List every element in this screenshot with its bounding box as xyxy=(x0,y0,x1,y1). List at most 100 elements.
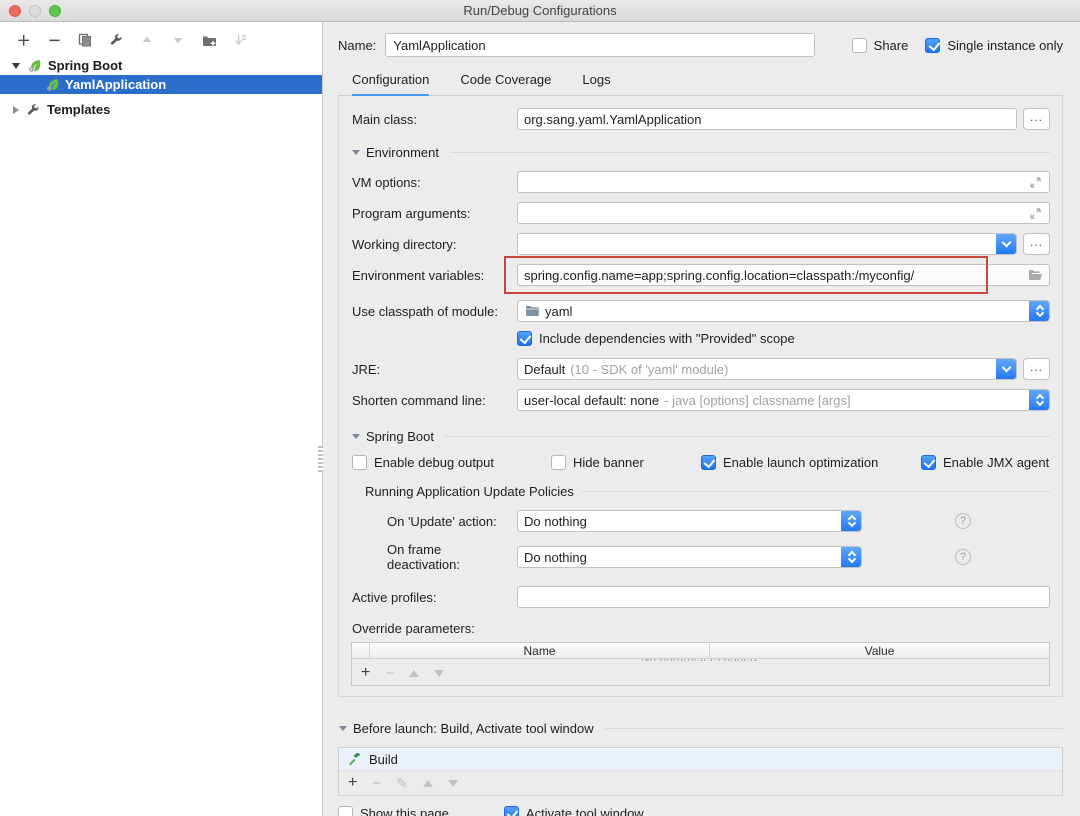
enable-debug-output-group[interactable]: Enable debug output xyxy=(352,455,551,470)
hide-banner-checkbox[interactable] xyxy=(551,455,566,470)
working-directory-field[interactable] xyxy=(517,233,1017,255)
main-class-field[interactable]: org.sang.yaml.YamlApplication xyxy=(517,108,1017,130)
jre-label: JRE: xyxy=(352,361,381,377)
environment-variables-field[interactable]: spring.config.name=app;spring.config.loc… xyxy=(517,264,1050,286)
show-this-page-checkbox[interactable] xyxy=(338,806,353,816)
new-folder-icon[interactable] xyxy=(201,32,217,48)
provided-scope-checkbox-group[interactable]: Include dependencies with "Provided" sco… xyxy=(517,331,1050,346)
chevron-down-icon[interactable] xyxy=(996,234,1016,254)
copy-icon[interactable] xyxy=(77,32,93,48)
working-directory-label: Working directory: xyxy=(352,236,457,252)
enable-jmx-agent-group[interactable]: Enable JMX agent xyxy=(921,455,1049,470)
edit-task-icon[interactable]: ✎ xyxy=(396,775,408,792)
remove-task-icon[interactable]: − xyxy=(372,776,381,791)
jre-select[interactable]: Default (10 - SDK of 'yaml' module) xyxy=(517,358,1017,380)
help-icon[interactable]: ? xyxy=(955,513,971,529)
show-this-page-group[interactable]: Show this page xyxy=(338,806,449,816)
stepper-icon[interactable] xyxy=(841,547,861,567)
shorten-command-line-select[interactable]: user-local default: none - java [options… xyxy=(517,389,1050,411)
tree-item-label: Spring Boot xyxy=(48,58,123,73)
active-profiles-row: Active profiles: xyxy=(351,586,1050,608)
expanded-caret-icon[interactable] xyxy=(12,62,20,69)
spring-boot-section-header[interactable]: Spring Boot xyxy=(352,429,1050,444)
name-column-header[interactable]: Name xyxy=(370,643,710,658)
environment-variables-row: Environment variables: spring.config.nam… xyxy=(351,256,1050,294)
add-task-icon[interactable]: + xyxy=(348,775,357,791)
section-divider xyxy=(449,152,1050,153)
hide-banner-group[interactable]: Hide banner xyxy=(551,455,701,470)
chevron-down-icon[interactable] xyxy=(996,359,1016,379)
on-update-action-select[interactable]: Do nothing xyxy=(517,510,862,532)
table-header: Name Value xyxy=(352,643,1049,659)
collapse-caret-icon[interactable] xyxy=(339,726,347,731)
enable-launch-optimization-checkbox[interactable] xyxy=(701,455,716,470)
move-down-icon[interactable] xyxy=(170,32,186,48)
before-launch-list: Build + − ✎ xyxy=(338,747,1063,796)
splitter-handle[interactable] xyxy=(318,446,323,472)
before-launch-header[interactable]: Before launch: Build, Activate tool wind… xyxy=(339,721,1063,736)
on-update-action-label: On 'Update' action: xyxy=(387,513,497,529)
classpath-module-row: Use classpath of module: yaml xyxy=(351,300,1050,322)
move-down-icon[interactable] xyxy=(434,669,445,677)
tree-item-templates[interactable]: Templates xyxy=(0,100,322,119)
on-frame-deactivation-select[interactable]: Do nothing xyxy=(517,546,862,568)
browse-main-class-button[interactable]: ... xyxy=(1023,108,1050,130)
tree-item-yaml-application[interactable]: YamlApplication xyxy=(0,75,322,94)
configurations-tree: Spring Boot YamlApplication Templates xyxy=(0,56,322,119)
browse-jre-button[interactable]: ... xyxy=(1023,358,1050,380)
table-toolbar: + − xyxy=(352,661,1049,685)
open-folder-icon[interactable] xyxy=(1027,267,1043,283)
before-launch-toolbar: + − ✎ xyxy=(339,771,1062,795)
spring-boot-icon xyxy=(44,77,60,93)
classpath-module-select[interactable]: yaml xyxy=(517,300,1050,322)
browse-working-directory-button[interactable]: ... xyxy=(1023,233,1050,255)
move-down-icon[interactable] xyxy=(447,779,458,787)
tab-configuration[interactable]: Configuration xyxy=(352,72,430,96)
move-up-icon[interactable] xyxy=(139,32,155,48)
override-parameters-table: Name Value No parameters added. + − xyxy=(351,642,1050,686)
help-icon[interactable]: ? xyxy=(955,549,971,565)
tab-code-coverage[interactable]: Code Coverage xyxy=(460,72,551,95)
single-instance-checkbox-group[interactable]: Single instance only xyxy=(925,37,1063,53)
remove-icon[interactable] xyxy=(46,32,62,48)
activate-tool-window-label: Activate tool window xyxy=(525,806,644,816)
vm-options-field[interactable] xyxy=(517,171,1050,193)
name-input[interactable] xyxy=(385,33,816,57)
main-class-label: Main class: xyxy=(352,111,418,127)
tab-logs[interactable]: Logs xyxy=(582,72,610,95)
active-profiles-field[interactable] xyxy=(517,586,1050,608)
before-launch-item-build[interactable]: Build xyxy=(339,748,1062,771)
single-instance-checkbox[interactable] xyxy=(925,37,941,53)
move-up-icon[interactable] xyxy=(422,779,433,787)
stepper-icon[interactable] xyxy=(1029,390,1049,410)
add-parameter-icon[interactable]: + xyxy=(361,665,370,681)
wrench-icon[interactable] xyxy=(108,32,124,48)
run-debug-configurations-dialog: Run/Debug Configurations Spring Boot Yam… xyxy=(0,0,1080,816)
activate-tool-window-checkbox[interactable] xyxy=(503,806,519,816)
collapsed-caret-icon[interactable] xyxy=(13,105,19,114)
enable-debug-output-label: Enable debug output xyxy=(374,455,494,470)
expand-field-icon[interactable] xyxy=(1027,174,1043,190)
program-arguments-field[interactable] xyxy=(517,202,1050,224)
build-hammer-icon xyxy=(346,751,362,767)
enable-launch-optimization-group[interactable]: Enable launch optimization xyxy=(701,455,921,470)
enable-debug-output-checkbox[interactable] xyxy=(352,455,367,470)
provided-scope-checkbox[interactable] xyxy=(517,331,532,346)
share-checkbox[interactable] xyxy=(851,37,867,53)
collapse-caret-icon[interactable] xyxy=(352,434,360,439)
activate-tool-window-group[interactable]: Activate tool window xyxy=(503,806,644,816)
stepper-icon[interactable] xyxy=(1029,301,1049,321)
add-icon[interactable] xyxy=(15,32,31,48)
enable-jmx-agent-checkbox[interactable] xyxy=(921,455,936,470)
remove-parameter-icon[interactable]: − xyxy=(385,666,394,681)
on-frame-deactivation-row: On frame deactivation: Do nothing ? xyxy=(351,542,1050,572)
value-column-header[interactable]: Value xyxy=(710,643,1049,658)
sort-icon[interactable] xyxy=(232,32,248,48)
collapse-caret-icon[interactable] xyxy=(352,150,360,155)
stepper-icon[interactable] xyxy=(841,511,861,531)
move-up-icon[interactable] xyxy=(409,669,420,677)
tree-item-spring-boot-group[interactable]: Spring Boot xyxy=(0,56,322,75)
expand-field-icon[interactable] xyxy=(1027,205,1043,221)
environment-section-header[interactable]: Environment xyxy=(352,145,1050,160)
share-checkbox-group[interactable]: Share xyxy=(851,37,908,53)
